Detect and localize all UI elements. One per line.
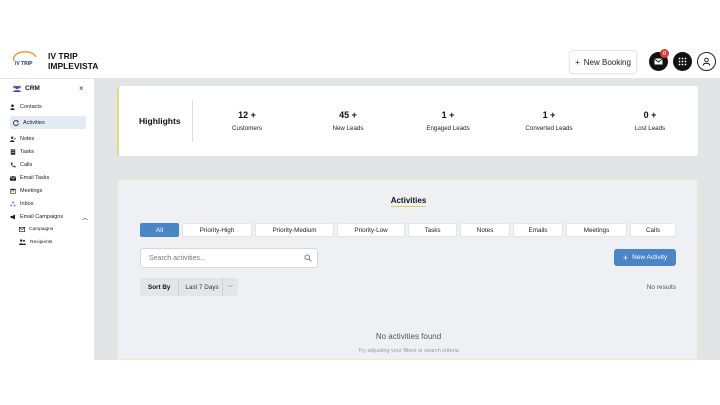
notification-badge: 0 [660, 49, 669, 58]
campaign-icon [19, 226, 25, 232]
sidebar-item-label: Calls [20, 162, 33, 168]
brand-name: IV TRIP IMPLEVISTA [48, 51, 98, 71]
sidebar-item-label: Inbox [20, 201, 34, 207]
brand-line-2: IMPLEVISTA [48, 61, 99, 71]
sidebar-item-label: Contacts [20, 104, 42, 110]
new-booking-button[interactable]: + New Booking [569, 50, 637, 74]
search-icon [304, 254, 312, 262]
stat-value: 12 + [238, 110, 256, 120]
new-activity-button[interactable]: + New Activity [614, 249, 676, 266]
phone-icon [10, 162, 16, 168]
sidebar-item-label: Activities [23, 119, 45, 126]
stat-label: Engaged Leads [426, 125, 470, 132]
notes-icon [10, 136, 16, 142]
highlights-card: Highlights 12 + Customers 45 + New Leads… [117, 86, 698, 156]
sidebar-item-activities[interactable]: Activities [10, 116, 86, 129]
grid-icon [678, 57, 687, 66]
tab-calls[interactable]: Calls [630, 223, 676, 237]
tab-meetings[interactable]: Meetings [566, 223, 627, 237]
sidebar-item-notes[interactable]: Notes [10, 134, 34, 144]
sidebar-item-meetings[interactable]: Meetings [10, 186, 42, 196]
sort-by-value: Last 7 Days [185, 283, 219, 291]
crm-label: CRM [25, 85, 40, 92]
chevron-up-icon[interactable]: ︿ [82, 213, 88, 222]
tab-priority-medium[interactable]: Priority-Medium [255, 223, 334, 237]
plus-icon: + [622, 252, 629, 263]
tab-priority-low[interactable]: Priority-Low [337, 223, 405, 237]
tasks-icon [10, 149, 16, 155]
search-input[interactable]: Search activities... [140, 248, 318, 268]
svg-text:IV TRIP: IV TRIP [15, 61, 33, 67]
stat-converted-leads: 1 + Converted Leads [509, 110, 589, 132]
stat-value: 1 + [542, 110, 556, 120]
sidebar-item-contacts[interactable]: Contacts [10, 102, 42, 112]
sidebar-item-label: Recipients [30, 239, 53, 245]
email-icon [10, 175, 16, 181]
sidebar-item-label: Email Tasks [20, 175, 50, 181]
sidebar-item-label: Meetings [20, 188, 43, 194]
results-count: No results [646, 284, 676, 291]
sidebar-item-campaigns[interactable]: Campaigns [19, 224, 53, 234]
stat-label: Lost Leads [634, 125, 666, 132]
stat-engaged-leads: 1 + Engaged Leads [408, 110, 488, 132]
tab-priority-high[interactable]: Priority-High [182, 223, 252, 237]
stat-lost-leads: 0 + Lost Leads [610, 110, 690, 132]
stat-label: Converted Leads [525, 125, 573, 132]
sidebar-item-label: Email Campaigns [20, 214, 64, 220]
user-icon [702, 57, 711, 66]
calendar-icon [10, 188, 16, 194]
divider [192, 100, 193, 142]
sidebar-item-email-tasks[interactable]: Email Tasks [10, 173, 49, 183]
top-bar: IV TRIP IV TRIP IMPLEVISTA + New Booking… [0, 45, 720, 79]
close-sidebar-button[interactable]: × [79, 84, 84, 93]
tab-tasks[interactable]: Tasks [408, 223, 457, 237]
sidebar-title: CRM [12, 85, 40, 92]
chevron-down-icon: ﹀ [222, 278, 238, 296]
sort-by-label: Sort By [140, 278, 180, 296]
tab-notes[interactable]: Notes [460, 223, 510, 237]
highlights-title: Highlights [139, 116, 181, 126]
crm-icon [13, 85, 21, 92]
empty-state-title: No activities found [375, 332, 442, 341]
sidebar-item-inbox[interactable]: Inbox [10, 199, 33, 209]
new-booking-label: New Booking [583, 57, 631, 67]
stat-value: 45 + [339, 110, 357, 120]
user-menu-button[interactable] [697, 52, 716, 71]
megaphone-icon [10, 214, 15, 220]
recipients-icon [19, 239, 26, 245]
apps-button[interactable] [673, 52, 692, 71]
tab-emails[interactable]: Emails [513, 223, 563, 237]
sidebar: CRM × Contacts Activities Notes Tasks Ca… [0, 79, 94, 360]
stat-label: New Leads [332, 125, 364, 132]
sidebar-item-label: Campaigns [29, 226, 54, 232]
stat-value: 0 + [643, 110, 657, 120]
mail-icon [654, 58, 663, 65]
inbox-icon [10, 201, 16, 207]
sidebar-item-calls[interactable]: Calls [10, 160, 32, 170]
empty-state-subtitle: Try adjusting your filters or search cri… [358, 348, 459, 354]
activities-panel: Activities All Priority-High Priority-Me… [117, 179, 698, 360]
brand-line-1: IV TRIP [48, 51, 78, 61]
stat-customers: 12 + Customers [207, 110, 287, 132]
sort-by-dropdown[interactable]: Sort By Last 7 Days ﹀ [140, 278, 238, 296]
sidebar-item-label: Tasks [20, 149, 35, 155]
search-placeholder: Search activities... [149, 254, 206, 262]
contacts-icon [10, 104, 15, 110]
activities-title: Activities [390, 196, 427, 207]
stat-label: Customers [232, 125, 262, 132]
activities-icon [13, 119, 19, 126]
stat-new-leads: 45 + New Leads [308, 110, 388, 132]
stat-value: 1 + [441, 110, 455, 120]
plus-icon: + [575, 57, 580, 67]
sidebar-item-tasks[interactable]: Tasks [10, 147, 34, 157]
sidebar-item-email-campaigns[interactable]: Email Campaigns ︿ [10, 212, 88, 222]
sidebar-item-recipients[interactable]: Recipients [19, 237, 52, 247]
tab-all[interactable]: All [140, 223, 179, 237]
new-activity-label: New Activity [632, 254, 668, 261]
logo-icon[interactable]: IV TRIP [11, 51, 41, 71]
sidebar-item-label: Notes [20, 136, 35, 142]
